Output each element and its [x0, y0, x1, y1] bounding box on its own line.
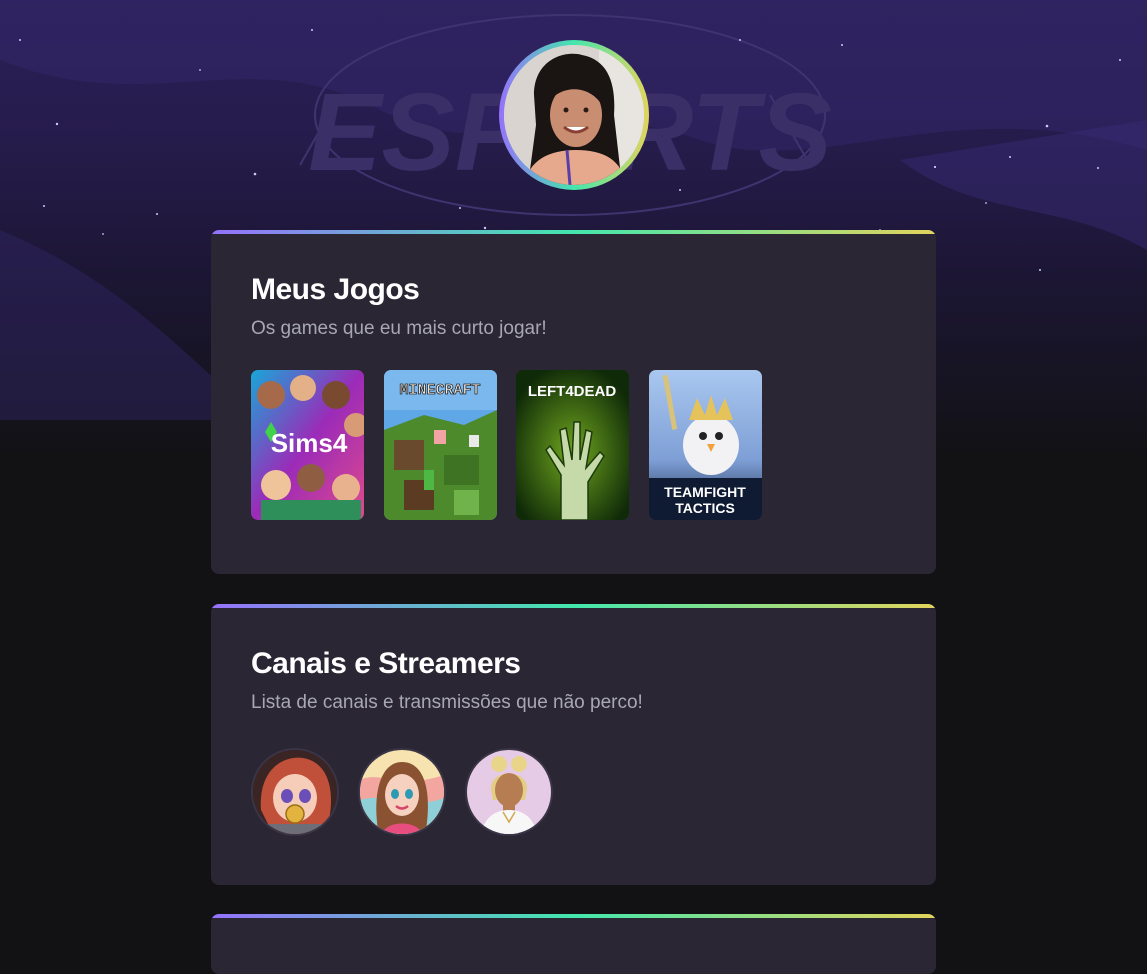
profile-avatar[interactable] [504, 45, 644, 185]
games-subtitle: Os games que eu mais curto jogar! [251, 318, 547, 339]
streamers-subtitle: Lista de canais e transmissões que não p… [251, 692, 643, 713]
streamer-avatar-3[interactable] [465, 748, 553, 836]
game-cover-left-4-dead[interactable]: LEFT4DEAD [516, 370, 629, 520]
streamer-avatar-1[interactable] [251, 748, 339, 836]
svg-text:LEFT4DEAD: LEFT4DEAD [528, 383, 617, 400]
profile-avatar-ring [499, 40, 649, 190]
svg-text:TEAMFIGHT: TEAMFIGHT [664, 484, 746, 500]
games-title: Meus Jogos [251, 273, 420, 306]
streamers-title: Canais e Streamers [251, 647, 521, 680]
streamer-avatar-2[interactable] [358, 748, 446, 836]
svg-text:MINECRAFT: MINECRAFT [399, 382, 480, 399]
game-cover-teamfight-tactics[interactable]: TEAMFIGHT TACTICS [649, 370, 762, 520]
game-cover-the-sims-4[interactable]: Sims4 [251, 370, 364, 520]
third-card [211, 914, 936, 974]
svg-text:TACTICS: TACTICS [675, 500, 735, 516]
svg-text:Sims4: Sims4 [271, 428, 348, 458]
profile-photo [504, 45, 644, 185]
games-card: Meus Jogos Os games que eu mais curto jo… [211, 230, 936, 574]
game-cover-minecraft[interactable]: MINECRAFT [384, 370, 497, 520]
streamers-card: Canais e Streamers Lista de canais e tra… [211, 604, 936, 885]
